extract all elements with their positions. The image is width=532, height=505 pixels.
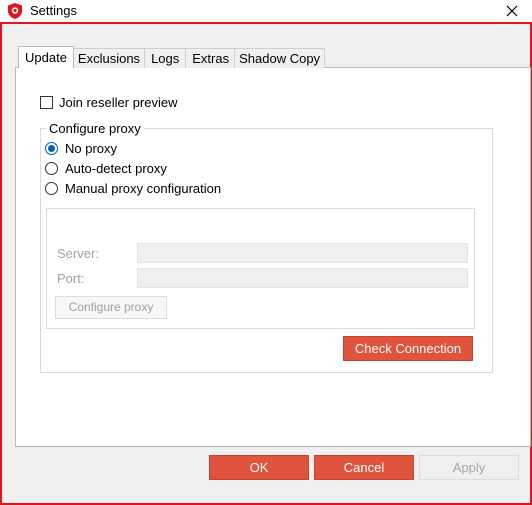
radio-auto-detect-label: Auto-detect proxy <box>65 161 167 176</box>
server-input[interactable] <box>137 243 468 263</box>
radio-manual-circle[interactable] <box>45 182 58 195</box>
radio-manual-label: Manual proxy configuration <box>65 181 222 196</box>
title-bar: Settings <box>0 0 532 22</box>
tab-logs[interactable]: Logs <box>144 48 187 68</box>
apply-button[interactable]: Apply <box>419 455 519 480</box>
tab-shadow-copy[interactable]: Shadow Copy <box>234 48 326 68</box>
radio-no-proxy[interactable]: No proxy <box>45 141 117 156</box>
close-button[interactable] <box>492 0 532 22</box>
check-connection-button[interactable]: Check Connection <box>343 336 473 361</box>
radio-auto-detect-proxy[interactable]: Auto-detect proxy <box>45 161 167 176</box>
proxy-group-title: Configure proxy <box>46 121 144 136</box>
radio-no-proxy-label: No proxy <box>65 141 118 156</box>
configure-proxy-button[interactable]: Configure proxy <box>55 296 167 319</box>
radio-no-proxy-circle[interactable] <box>45 142 58 155</box>
port-label: Port: <box>57 271 85 286</box>
reseller-preview-row[interactable]: Join reseller preview <box>40 95 178 110</box>
port-input[interactable] <box>137 268 468 288</box>
server-label: Server: <box>57 246 99 261</box>
reseller-preview-label: Join reseller preview <box>59 95 178 110</box>
radio-manual-proxy[interactable]: Manual proxy configuration <box>45 181 221 196</box>
app-shield-icon <box>6 2 24 20</box>
radio-auto-detect-circle[interactable] <box>45 162 58 175</box>
tab-exclusions[interactable]: Exclusions <box>72 48 146 68</box>
tab-update[interactable]: Update <box>18 46 74 68</box>
close-icon <box>506 5 518 17</box>
reseller-preview-checkbox[interactable] <box>40 96 53 109</box>
window-title: Settings <box>30 3 77 18</box>
cancel-button[interactable]: Cancel <box>314 455 414 480</box>
ok-button[interactable]: OK <box>209 455 309 480</box>
tab-strip: Update Exclusions Logs Extras Shadow Cop… <box>18 46 326 68</box>
tab-extras[interactable]: Extras <box>185 48 236 68</box>
